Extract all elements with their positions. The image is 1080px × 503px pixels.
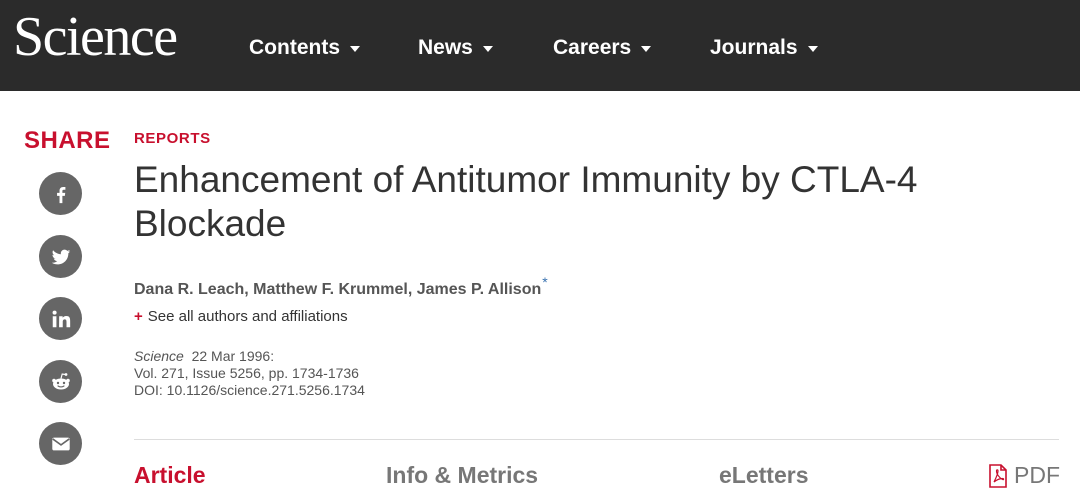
corresponding-author-marker[interactable]: *	[542, 274, 547, 290]
publication-date: 22 Mar 1996:	[191, 348, 275, 364]
share-linkedin-button[interactable]	[39, 297, 82, 340]
nav-label: Contents	[249, 36, 340, 59]
nav-label: News	[418, 36, 473, 59]
pdf-download-button[interactable]: PDF	[988, 462, 1060, 489]
nav-careers[interactable]: Careers	[553, 34, 652, 62]
doi: DOI: 10.1126/science.271.5256.1734	[134, 382, 365, 398]
share-label: SHARE	[24, 127, 111, 154]
volume-info: Vol. 271, Issue 5256, pp. 1734-1736	[134, 365, 359, 381]
see-all-label: See all authors and affiliations	[147, 308, 348, 325]
chevron-down-icon	[482, 46, 493, 52]
nav-journals[interactable]: Journals	[710, 34, 818, 62]
tab-info-metrics[interactable]: Info & Metrics	[386, 462, 538, 489]
nav-news[interactable]: News	[418, 34, 493, 62]
citation-info: Science 22 Mar 1996: Vol. 271, Issue 525…	[134, 348, 365, 399]
pdf-icon	[989, 463, 1007, 488]
chevron-down-icon	[350, 46, 360, 52]
journal-name: Science	[134, 348, 184, 364]
share-facebook-button[interactable]	[39, 172, 82, 215]
share-reddit-button[interactable]	[39, 360, 82, 403]
divider	[134, 439, 1059, 440]
site-logo[interactable]: Science	[13, 2, 178, 72]
see-all-authors-link[interactable]: + See all authors and affiliations	[134, 308, 348, 325]
pdf-label: PDF	[1014, 462, 1060, 488]
author-list: Dana R. Leach, Matthew F. Krummel, James…	[134, 274, 548, 299]
nav-label: Journals	[710, 36, 798, 59]
linkedin-icon	[52, 310, 70, 327]
tab-article[interactable]: Article	[134, 462, 206, 489]
share-twitter-button[interactable]	[39, 235, 82, 278]
article-section: REPORTS	[134, 130, 211, 147]
twitter-icon	[51, 249, 70, 264]
nav-label: Careers	[553, 36, 632, 59]
tab-eletters[interactable]: eLetters	[719, 462, 808, 489]
chevron-down-icon	[807, 46, 818, 52]
share-email-button[interactable]	[39, 422, 82, 465]
authors-text[interactable]: Dana R. Leach, Matthew F. Krummel, James…	[134, 281, 541, 298]
article-title: Enhancement of Antitumor Immunity by CTL…	[134, 159, 918, 244]
plus-icon: +	[134, 308, 143, 325]
reddit-icon	[51, 372, 70, 389]
nav-contents[interactable]: Contents	[249, 34, 360, 62]
chevron-down-icon	[641, 46, 652, 52]
top-header: Science Contents News Careers Journals	[0, 0, 1080, 91]
facebook-icon	[56, 186, 65, 203]
email-icon	[51, 437, 70, 450]
